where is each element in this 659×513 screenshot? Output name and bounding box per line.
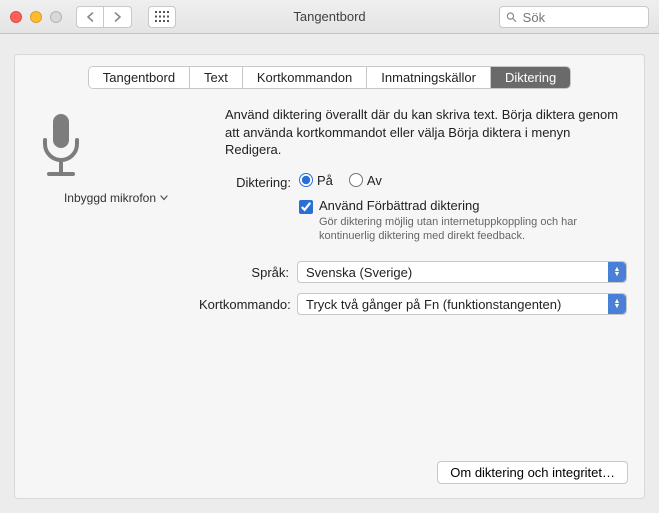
show-all-button[interactable]	[148, 6, 176, 28]
microphone-column: Inbyggd mikrofon	[31, 106, 201, 325]
about-dictation-privacy-button[interactable]: Om diktering och integritet…	[437, 461, 628, 484]
tab-tangentbord[interactable]: Tangentbord	[89, 67, 190, 88]
dictation-off-radio[interactable]: Av	[349, 173, 382, 188]
intro-text: Använd diktering överallt där du kan skr…	[225, 106, 625, 159]
close-window-button[interactable]	[10, 11, 22, 23]
search-input[interactable]	[521, 9, 642, 26]
tab-inmatningskällor[interactable]: Inmatningskällor	[367, 67, 491, 88]
dictation-on-input[interactable]	[299, 173, 313, 187]
enhanced-dictation-checkbox[interactable]	[299, 200, 313, 214]
forward-button[interactable]	[104, 6, 132, 28]
dictation-on-label: På	[317, 173, 333, 188]
language-value: Svenska (Sverige)	[306, 265, 412, 280]
enhanced-dictation-label: Använd Förbättrad diktering	[319, 198, 619, 213]
microphone-selector[interactable]: Inbyggd mikrofon	[64, 191, 168, 205]
back-button[interactable]	[76, 6, 104, 28]
select-arrow-icon: ▲▼	[608, 294, 626, 314]
microphone-label: Inbyggd mikrofon	[64, 191, 156, 205]
tab-diktering[interactable]: Diktering	[491, 67, 570, 88]
shortcut-value: Tryck två gånger på Fn (funktionstangent…	[306, 297, 561, 312]
dictation-label: Diktering:	[225, 173, 299, 190]
zoom-window-button	[50, 11, 62, 23]
microphone-icon	[31, 110, 201, 180]
shortcut-label: Kortkommando:	[199, 297, 297, 312]
dictation-off-input[interactable]	[349, 173, 363, 187]
titlebar: Tangentbord	[0, 0, 659, 34]
tab-text[interactable]: Text	[190, 67, 243, 88]
tab-bar: TangentbordTextKortkommandonInmatningskä…	[89, 67, 570, 88]
dictation-off-label: Av	[367, 173, 382, 188]
enhanced-dictation-description: Gör diktering möjlig utan internetuppkop…	[319, 215, 619, 244]
shortcut-select[interactable]: Tryck två gånger på Fn (funktionstangent…	[297, 293, 627, 315]
minimize-window-button[interactable]	[30, 11, 42, 23]
dictation-on-radio[interactable]: På	[299, 173, 333, 188]
window-controls	[10, 11, 62, 23]
language-label: Språk:	[199, 265, 297, 280]
language-select[interactable]: Svenska (Sverige) ▲▼	[297, 261, 627, 283]
tab-kortkommandon[interactable]: Kortkommandon	[243, 67, 367, 88]
search-field[interactable]	[499, 6, 649, 28]
nav-buttons	[76, 6, 132, 28]
select-arrow-icon: ▲▼	[608, 262, 626, 282]
chevron-down-icon	[160, 195, 168, 201]
preferences-panel: TangentbordTextKortkommandonInmatningskä…	[14, 54, 645, 499]
search-icon	[506, 11, 517, 23]
